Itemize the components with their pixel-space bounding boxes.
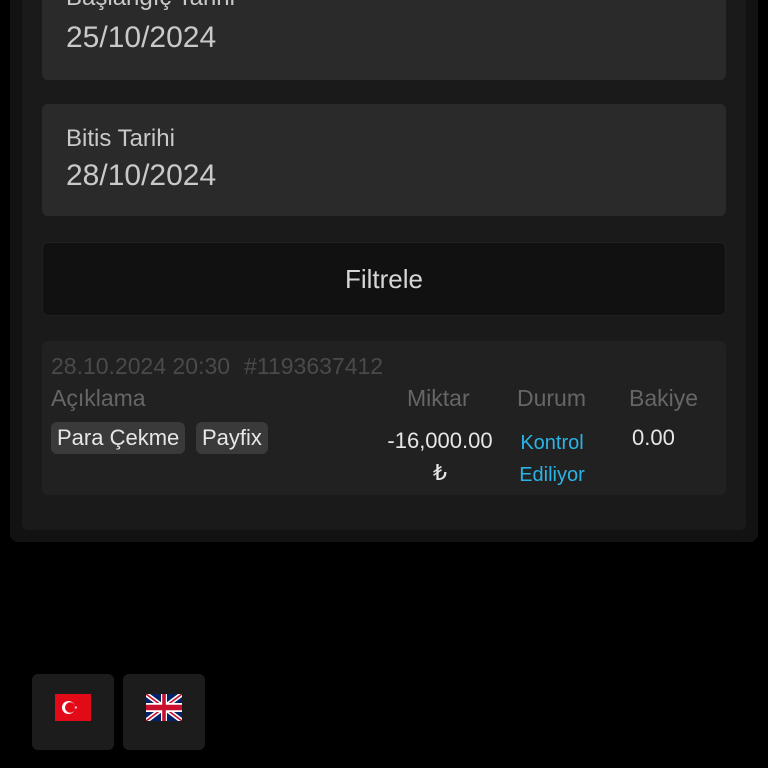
balance-header: Bakiye	[629, 385, 699, 411]
language-tr-button[interactable]	[32, 674, 114, 750]
start-date-value[interactable]: 25/10/2024	[66, 21, 216, 55]
transaction-id: #1193637412	[244, 353, 384, 379]
language-en-button[interactable]	[123, 674, 205, 750]
tag-withdrawal: Para Çekme	[51, 422, 186, 454]
description-header: Açıklama	[51, 385, 146, 411]
filter-button[interactable]: Filtrele	[42, 242, 726, 316]
tag-payment-method: Payfix	[196, 422, 268, 454]
amount-header: Miktar	[407, 385, 470, 411]
transaction-meta: 28.10.2024 20:30 #1193637412	[51, 353, 383, 380]
end-date-field[interactable]: Bitis Tarihi 28/10/2024	[42, 104, 726, 216]
turkey-flag-icon	[55, 694, 91, 721]
amount-value: -16,000.00	[387, 428, 493, 453]
transaction-amount: -16,000.00 ₺	[384, 425, 496, 489]
transaction-card: 28.10.2024 20:30 #1193637412 Açıklama Mik…	[42, 341, 726, 495]
start-date-label: Başlangıç Tarihi	[66, 0, 235, 12]
uk-flag-icon	[146, 694, 182, 721]
transaction-status: Kontrol Ediliyor	[519, 432, 585, 486]
end-date-label: Bitis Tarihi	[66, 125, 175, 152]
end-date-value[interactable]: 28/10/2024	[66, 159, 216, 193]
status-header: Durum	[517, 385, 587, 411]
transaction-balance: 0.00	[632, 425, 675, 450]
currency-symbol: ₺	[433, 460, 447, 485]
start-date-field[interactable]: Başlangıç Tarihi 25/10/2024	[42, 0, 726, 80]
transaction-datetime: 28.10.2024 20:30	[51, 353, 231, 379]
